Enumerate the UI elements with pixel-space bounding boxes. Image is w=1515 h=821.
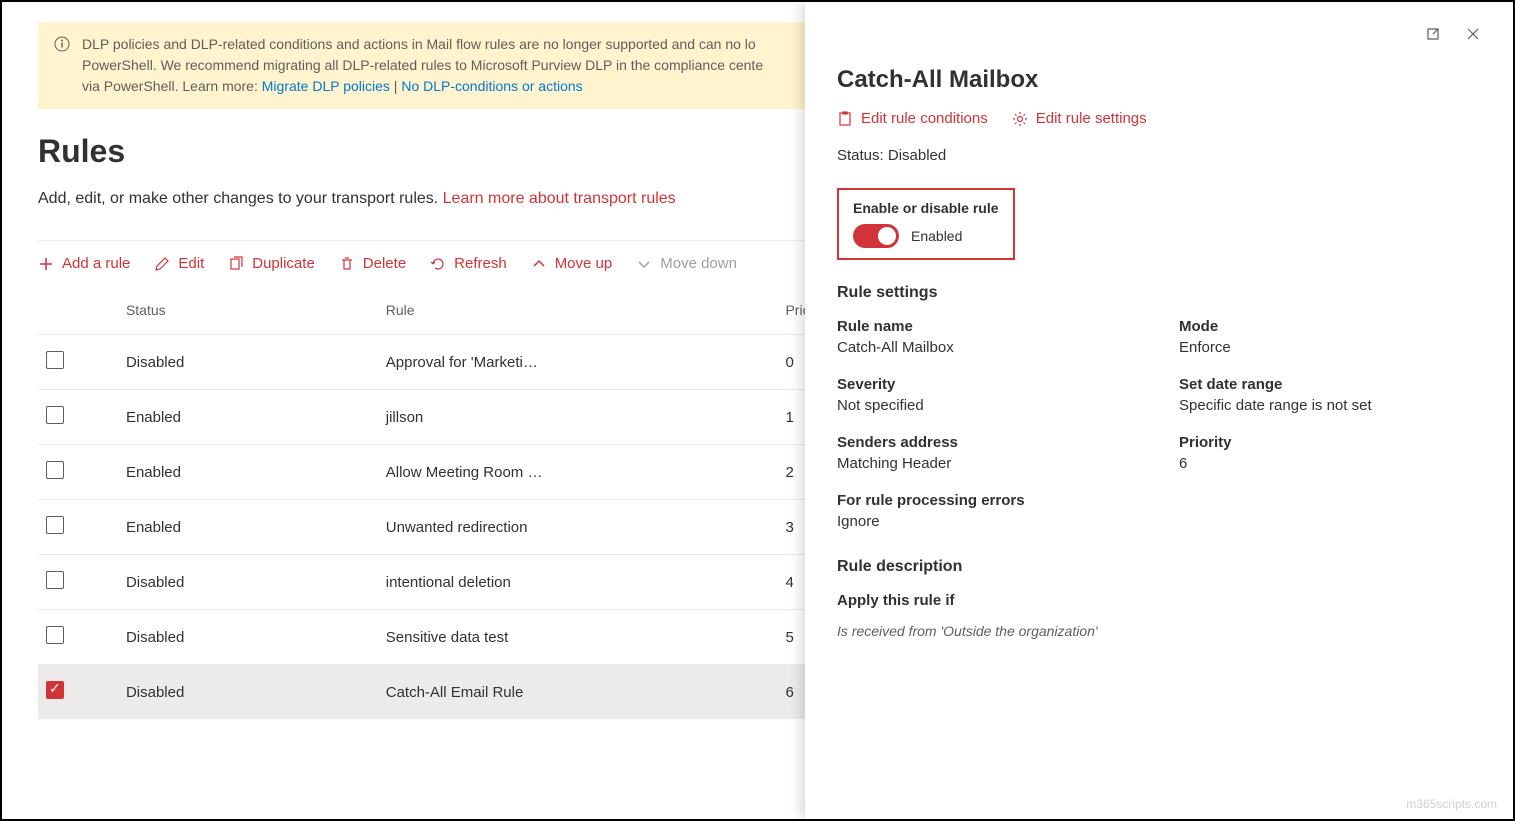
setting-label: Rule name xyxy=(837,318,1139,335)
row-checkbox[interactable] xyxy=(46,406,64,424)
banner-text: DLP policies and DLP-related conditions … xyxy=(82,34,763,97)
row-rule: intentional deletion xyxy=(378,555,778,610)
toggle-label: Enabled xyxy=(911,228,962,244)
no-dlp-link[interactable]: No DLP-conditions or actions xyxy=(401,78,582,94)
row-status: Disabled xyxy=(118,610,378,665)
trash-icon xyxy=(339,256,355,272)
setting-label: Senders address xyxy=(837,434,1139,451)
duplicate-button[interactable]: Duplicate xyxy=(228,255,315,272)
condition-text: Is received from 'Outside the organizati… xyxy=(837,623,1481,639)
refresh-icon xyxy=(430,256,446,272)
setting-label: Set date range xyxy=(1179,376,1481,393)
setting-value: Matching Header xyxy=(837,455,1139,472)
setting-label: Priority xyxy=(1179,434,1481,451)
edit-button[interactable]: Edit xyxy=(154,255,204,272)
setting-value: 6 xyxy=(1179,455,1481,472)
setting-value: Not specified xyxy=(837,397,1139,414)
setting-value: Catch-All Mailbox xyxy=(837,339,1139,356)
panel-title: Catch-All Mailbox xyxy=(837,66,1481,94)
info-icon xyxy=(54,36,70,52)
chevron-up-icon xyxy=(531,256,547,272)
rule-settings-heading: Rule settings xyxy=(837,284,1481,302)
row-status: Disabled xyxy=(118,665,378,720)
setting-value: Ignore xyxy=(837,513,1139,530)
delete-button[interactable]: Delete xyxy=(339,255,406,272)
col-status[interactable]: Status xyxy=(118,286,378,335)
plus-icon xyxy=(38,256,54,272)
row-status: Disabled xyxy=(118,555,378,610)
detail-panel: Catch-All Mailbox Edit rule conditions E… xyxy=(805,2,1513,819)
row-checkbox[interactable] xyxy=(46,516,64,534)
enable-toggle[interactable] xyxy=(853,224,899,248)
row-rule: Unwanted redirection xyxy=(378,500,778,555)
setting-label: For rule processing errors xyxy=(837,492,1139,509)
setting-label: Mode xyxy=(1179,318,1481,335)
row-rule: Catch-All Email Rule xyxy=(378,665,778,720)
row-rule: Allow Meeting Room … xyxy=(378,445,778,500)
refresh-button[interactable]: Refresh xyxy=(430,255,507,272)
clipboard-icon xyxy=(837,111,853,127)
panel-status: Status: Disabled xyxy=(837,147,1481,164)
row-checkbox[interactable] xyxy=(46,461,64,479)
row-rule: Sensitive data test xyxy=(378,610,778,665)
apply-if-label: Apply this rule if xyxy=(837,592,1481,609)
row-checkbox[interactable] xyxy=(46,571,64,589)
row-status: Enabled xyxy=(118,500,378,555)
setting-value: Enforce xyxy=(1179,339,1481,356)
migrate-dlp-link[interactable]: Migrate DLP policies xyxy=(262,78,390,94)
edit-conditions-link[interactable]: Edit rule conditions xyxy=(837,110,988,127)
setting-value: Specific date range is not set xyxy=(1179,397,1481,414)
copy-icon xyxy=(228,256,244,272)
row-checkbox[interactable] xyxy=(46,626,64,644)
popout-icon[interactable] xyxy=(1425,26,1441,42)
gear-icon xyxy=(1012,111,1028,127)
watermark: m365scripts.com xyxy=(1406,797,1497,811)
row-status: Disabled xyxy=(118,335,378,390)
pencil-icon xyxy=(154,256,170,272)
move-up-button[interactable]: Move up xyxy=(531,255,613,272)
add-rule-button[interactable]: Add a rule xyxy=(38,255,130,272)
toggle-title: Enable or disable rule xyxy=(853,200,999,216)
enable-toggle-box: Enable or disable rule Enabled xyxy=(837,188,1015,260)
edit-settings-link[interactable]: Edit rule settings xyxy=(1012,110,1147,127)
chevron-down-icon xyxy=(636,256,652,272)
col-rule[interactable]: Rule xyxy=(378,286,778,335)
row-checkbox[interactable] xyxy=(46,351,64,369)
row-status: Enabled xyxy=(118,445,378,500)
row-status: Enabled xyxy=(118,390,378,445)
row-checkbox[interactable] xyxy=(46,681,64,699)
row-rule: jillson xyxy=(378,390,778,445)
close-icon[interactable] xyxy=(1465,26,1481,42)
row-rule: Approval for 'Marketi… xyxy=(378,335,778,390)
setting-label: Severity xyxy=(837,376,1139,393)
learn-more-link[interactable]: Learn more about transport rules xyxy=(443,190,676,207)
move-down-button[interactable]: Move down xyxy=(636,255,737,272)
rule-description-heading: Rule description xyxy=(837,558,1481,576)
